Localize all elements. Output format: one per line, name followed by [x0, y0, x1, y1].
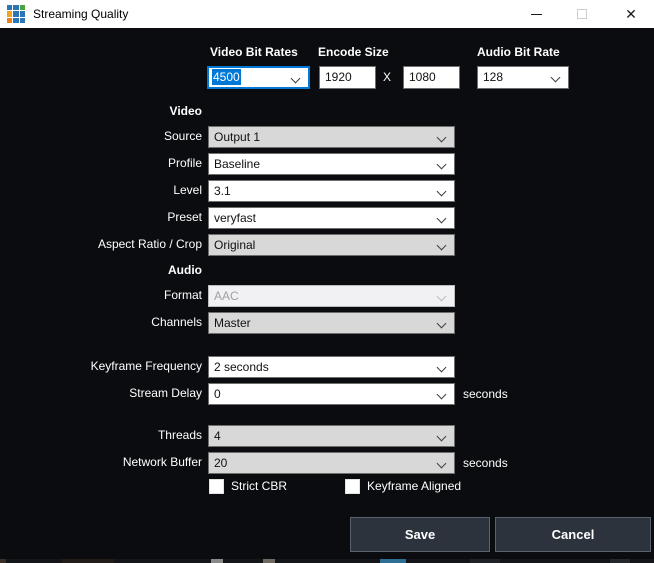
- format-row: Format AAC: [0, 285, 654, 307]
- encode-width-input[interactable]: 1920: [319, 66, 376, 89]
- aspect-ratio-label: Aspect Ratio / Crop: [2, 237, 202, 251]
- aspect-ratio-dropdown[interactable]: Original: [208, 234, 455, 256]
- channels-dropdown[interactable]: Master: [208, 312, 455, 334]
- encode-size-separator: X: [383, 70, 391, 84]
- stream-delay-suffix: seconds: [463, 387, 508, 401]
- keyframe-frequency-label: Keyframe Frequency: [2, 359, 202, 373]
- source-label: Source: [2, 129, 202, 143]
- format-dropdown: AAC: [208, 285, 455, 307]
- minimize-icon: [531, 14, 542, 15]
- video-bitrate-dropdown[interactable]: 4500: [207, 66, 310, 89]
- window-title: Streaming Quality: [33, 0, 128, 28]
- format-label: Format: [2, 288, 202, 302]
- cancel-button[interactable]: Cancel: [495, 517, 651, 552]
- maximize-icon: [577, 9, 587, 19]
- preset-label: Preset: [2, 210, 202, 224]
- profile-dropdown[interactable]: Baseline: [208, 153, 455, 175]
- minimize-button[interactable]: [516, 0, 556, 28]
- keyframe-aligned-checkbox[interactable]: Keyframe Aligned: [345, 478, 461, 494]
- channels-row: Channels Master: [0, 312, 654, 334]
- source-row: Source Output 1: [0, 126, 654, 148]
- network-buffer-row: Network Buffer 20 seconds: [0, 452, 654, 474]
- video-bit-rates-header: Video Bit Rates: [210, 45, 298, 59]
- audio-bit-rate-header: Audio Bit Rate: [477, 45, 560, 59]
- level-row: Level 3.1: [0, 180, 654, 202]
- strict-cbr-checkbox[interactable]: Strict CBR: [209, 478, 287, 494]
- preset-dropdown[interactable]: veryfast: [208, 207, 455, 229]
- level-dropdown[interactable]: 3.1: [208, 180, 455, 202]
- channels-label: Channels: [2, 315, 202, 329]
- title-bar: Streaming Quality ✕: [0, 0, 654, 28]
- threads-row: Threads 4: [0, 425, 654, 447]
- stream-delay-row: Stream Delay 0 seconds: [0, 383, 654, 405]
- profile-row: Profile Baseline: [0, 153, 654, 175]
- save-button[interactable]: Save: [350, 517, 490, 552]
- stream-delay-dropdown[interactable]: 0: [208, 383, 455, 405]
- network-buffer-dropdown[interactable]: 20: [208, 452, 455, 474]
- checkbox-box: [209, 479, 224, 494]
- checkbox-box: [345, 479, 360, 494]
- threads-dropdown[interactable]: 4: [208, 425, 455, 447]
- strict-cbr-label: Strict CBR: [231, 479, 287, 493]
- network-buffer-label: Network Buffer: [2, 455, 202, 469]
- close-button[interactable]: ✕: [608, 0, 654, 28]
- threads-label: Threads: [2, 428, 202, 442]
- audio-section-header: Audio: [2, 263, 202, 277]
- encode-size-header: Encode Size: [318, 45, 389, 59]
- app-icon: [7, 5, 25, 23]
- audio-bitrate-dropdown[interactable]: 128: [477, 66, 569, 89]
- keyframe-aligned-label: Keyframe Aligned: [367, 479, 461, 493]
- desktop-edge: [0, 559, 654, 563]
- profile-label: Profile: [2, 156, 202, 170]
- aspect-ratio-row: Aspect Ratio / Crop Original: [0, 234, 654, 256]
- stream-delay-label: Stream Delay: [2, 386, 202, 400]
- level-label: Level: [2, 183, 202, 197]
- encode-height-input[interactable]: 1080: [403, 66, 460, 89]
- source-dropdown[interactable]: Output 1: [208, 126, 455, 148]
- keyframe-frequency-row: Keyframe Frequency 2 seconds: [0, 356, 654, 378]
- video-bitrate-value: 4500: [212, 69, 241, 85]
- close-icon: ✕: [625, 6, 637, 23]
- network-buffer-suffix: seconds: [463, 456, 508, 470]
- video-section-header: Video: [2, 104, 202, 118]
- preset-row: Preset veryfast: [0, 207, 654, 229]
- streaming-quality-dialog: Streaming Quality ✕ Video Bit Rates Enco…: [0, 0, 654, 563]
- keyframe-frequency-dropdown[interactable]: 2 seconds: [208, 356, 455, 378]
- maximize-button: [562, 0, 602, 28]
